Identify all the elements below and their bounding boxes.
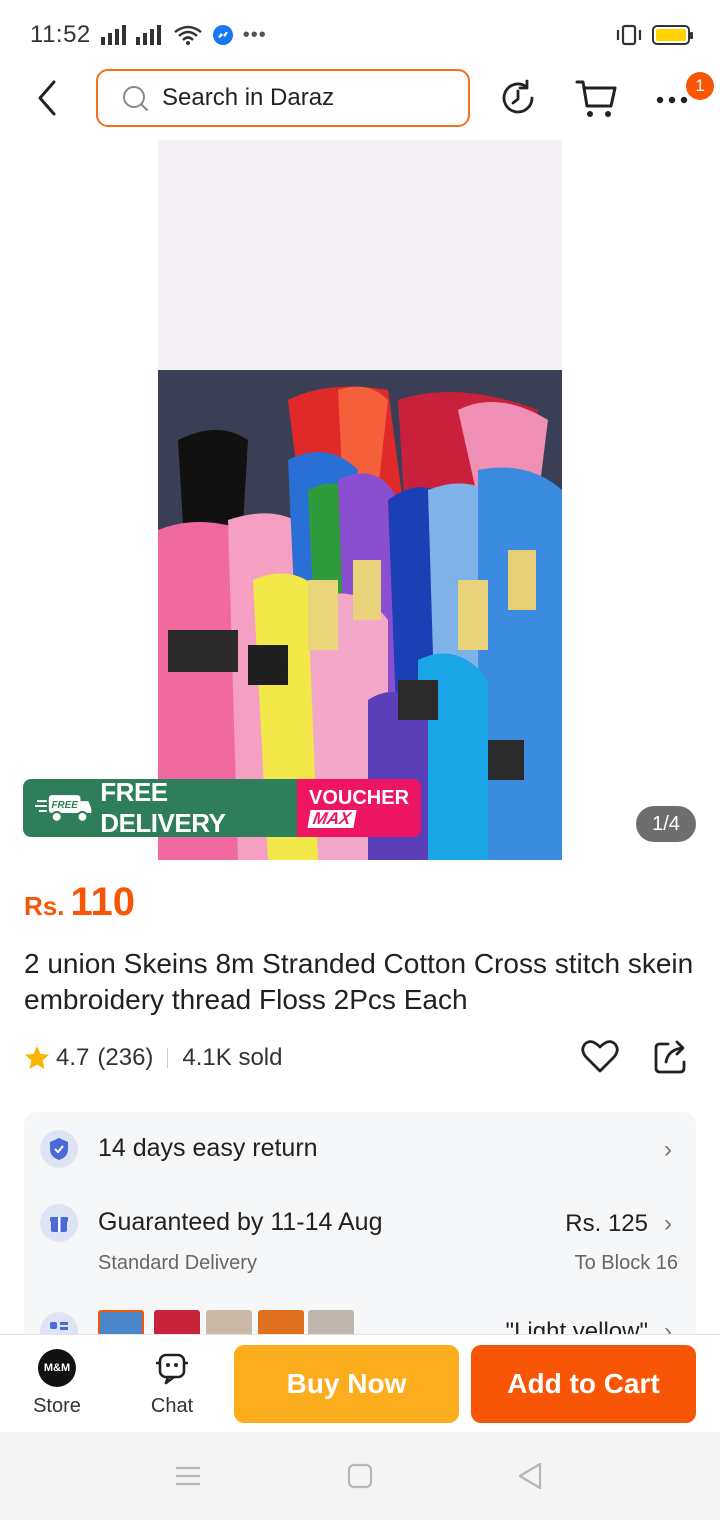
home-icon[interactable] xyxy=(344,1460,376,1492)
system-navigation-bar xyxy=(0,1432,720,1520)
history-icon[interactable] xyxy=(498,78,538,118)
signal-icon xyxy=(100,25,126,45)
status-time: 11:52 xyxy=(30,21,91,48)
search-input[interactable]: Search in Daraz xyxy=(96,69,470,127)
product-title: 2 union Skeins 8m Stranded Cotton Cross … xyxy=(24,948,694,1015)
rating-row[interactable]: 4.7 (236) 4.1K sold xyxy=(24,1040,282,1076)
back-icon[interactable] xyxy=(28,76,68,120)
shield-icon xyxy=(40,1130,78,1168)
back-triangle-icon[interactable] xyxy=(514,1460,546,1492)
free-delivery-badge: FREE FREE DELIVERY xyxy=(23,779,297,837)
voucher-text: VOUCHER xyxy=(309,787,410,809)
store-logo: M&M xyxy=(38,1349,76,1387)
thread-skeins-image xyxy=(158,140,562,860)
add-to-cart-button[interactable]: Add to Cart xyxy=(471,1345,696,1423)
chat-label: Chat xyxy=(150,1395,194,1417)
price-currency: Rs. xyxy=(24,891,65,921)
delivery-type-text: Standard Delivery xyxy=(98,1252,257,1274)
delivery-location: To Block 16 xyxy=(574,1252,678,1274)
gift-icon xyxy=(40,1204,78,1242)
status-bar: 11:52 ••• xyxy=(0,0,720,70)
top-nav: Search in Daraz xyxy=(0,66,720,132)
chat-button[interactable]: Chat xyxy=(127,1349,217,1418)
voucher-max-badge: VOUCHER MAX xyxy=(297,779,421,837)
bottom-action-bar: M&M Store Chat Buy Now Add to Cart xyxy=(0,1334,720,1432)
review-count: (236) xyxy=(97,1044,154,1071)
sold-count: 4.1K sold xyxy=(182,1044,283,1071)
search-icon xyxy=(123,86,148,111)
wifi-icon xyxy=(174,25,202,45)
buy-now-button[interactable]: Buy Now xyxy=(234,1345,459,1423)
chat-icon xyxy=(156,1353,188,1385)
delivery-fee: Rs. 125 xyxy=(565,1210,648,1237)
image-counter: 1/4 xyxy=(636,806,696,842)
chevron-right-icon[interactable]: › xyxy=(664,1210,672,1238)
cart-icon[interactable] xyxy=(574,76,618,120)
menu-icon[interactable] xyxy=(172,1460,204,1492)
free-delivery-text: FREE DELIVERY xyxy=(100,779,226,837)
service-info-card: 14 days easy return › Guaranteed by 11-1… xyxy=(24,1112,696,1352)
return-policy-text[interactable]: 14 days easy return xyxy=(98,1134,318,1163)
notification-badge: 1 xyxy=(686,72,714,100)
svg-text:FREE: FREE xyxy=(51,800,78,811)
price-amount: 110 xyxy=(70,880,135,924)
star-icon xyxy=(25,1046,49,1069)
vibrate-icon xyxy=(616,24,642,46)
battery-icon xyxy=(652,25,693,45)
search-placeholder: Search in Daraz xyxy=(162,84,335,111)
chevron-right-icon[interactable]: › xyxy=(664,1136,672,1164)
store-button[interactable]: M&M Store xyxy=(12,1349,102,1418)
rating-value: 4.7 xyxy=(56,1044,90,1071)
store-label: Store xyxy=(33,1395,81,1417)
heart-icon[interactable] xyxy=(580,1036,620,1076)
delivery-guarantee-text[interactable]: Guaranteed by 11-14 Aug xyxy=(98,1208,382,1237)
promo-banner[interactable]: FREE FREE DELIVERY VOUCHER MAX xyxy=(23,779,421,837)
signal-icon-2 xyxy=(135,25,161,45)
divider xyxy=(167,1048,169,1068)
messenger-icon xyxy=(212,25,233,45)
voucher-max-text: MAX xyxy=(307,809,357,828)
share-icon[interactable] xyxy=(652,1036,692,1076)
product-price: Rs. 110 xyxy=(24,880,135,925)
more-status-icon: ••• xyxy=(242,23,267,46)
product-image[interactable] xyxy=(158,140,562,860)
delivery-truck-icon: FREE xyxy=(35,795,92,823)
